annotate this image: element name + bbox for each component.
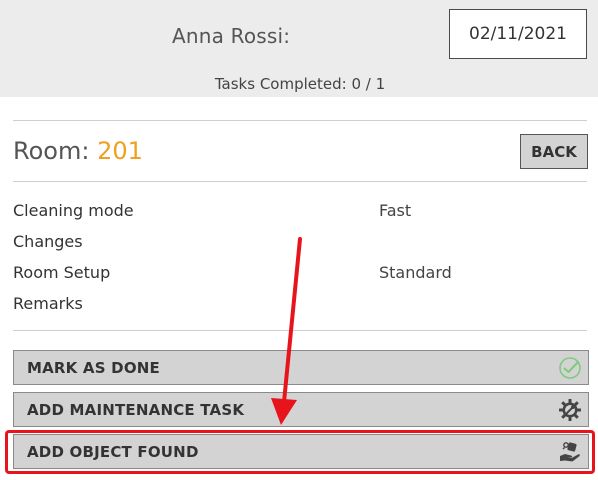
- detail-value-cleaning-mode: Fast: [379, 201, 412, 220]
- add-maintenance-task-label: ADD MAINTENANCE TASK: [27, 401, 245, 419]
- mark-as-done-button[interactable]: MARK AS DONE: [13, 350, 589, 385]
- divider: [13, 330, 587, 331]
- detail-label-cleaning-mode: Cleaning mode: [13, 201, 134, 220]
- detail-label-remarks: Remarks: [13, 294, 83, 313]
- add-object-found-label: ADD OBJECT FOUND: [27, 443, 199, 461]
- mark-as-done-label: MARK AS DONE: [27, 359, 160, 377]
- detail-label-changes: Changes: [13, 232, 83, 251]
- room-label: Room:: [13, 137, 90, 165]
- detail-label-room-setup: Room Setup: [13, 263, 111, 282]
- divider: [13, 120, 587, 121]
- back-button[interactable]: BACK: [520, 134, 588, 169]
- check-circle-icon: [559, 357, 581, 379]
- user-name: Anna Rossi:: [172, 24, 291, 48]
- room-detail-screen: Anna Rossi: 02/11/2021 Tasks Completed: …: [0, 0, 598, 480]
- divider: [13, 181, 587, 182]
- top-header: Anna Rossi: 02/11/2021 Tasks Completed: …: [0, 0, 598, 97]
- add-object-found-button[interactable]: ADD OBJECT FOUND: [13, 434, 589, 469]
- detail-value-room-setup: Standard: [379, 263, 452, 282]
- add-maintenance-task-button[interactable]: ADD MAINTENANCE TASK: [13, 392, 589, 427]
- date-field[interactable]: 02/11/2021: [449, 9, 587, 59]
- gear-wrench-icon: [559, 399, 581, 421]
- room-title: Room: 201: [13, 137, 143, 165]
- tasks-completed-counter: Tasks Completed: 0 / 1: [214, 75, 386, 93]
- room-number: 201: [97, 137, 143, 165]
- hand-object-icon: [560, 442, 580, 462]
